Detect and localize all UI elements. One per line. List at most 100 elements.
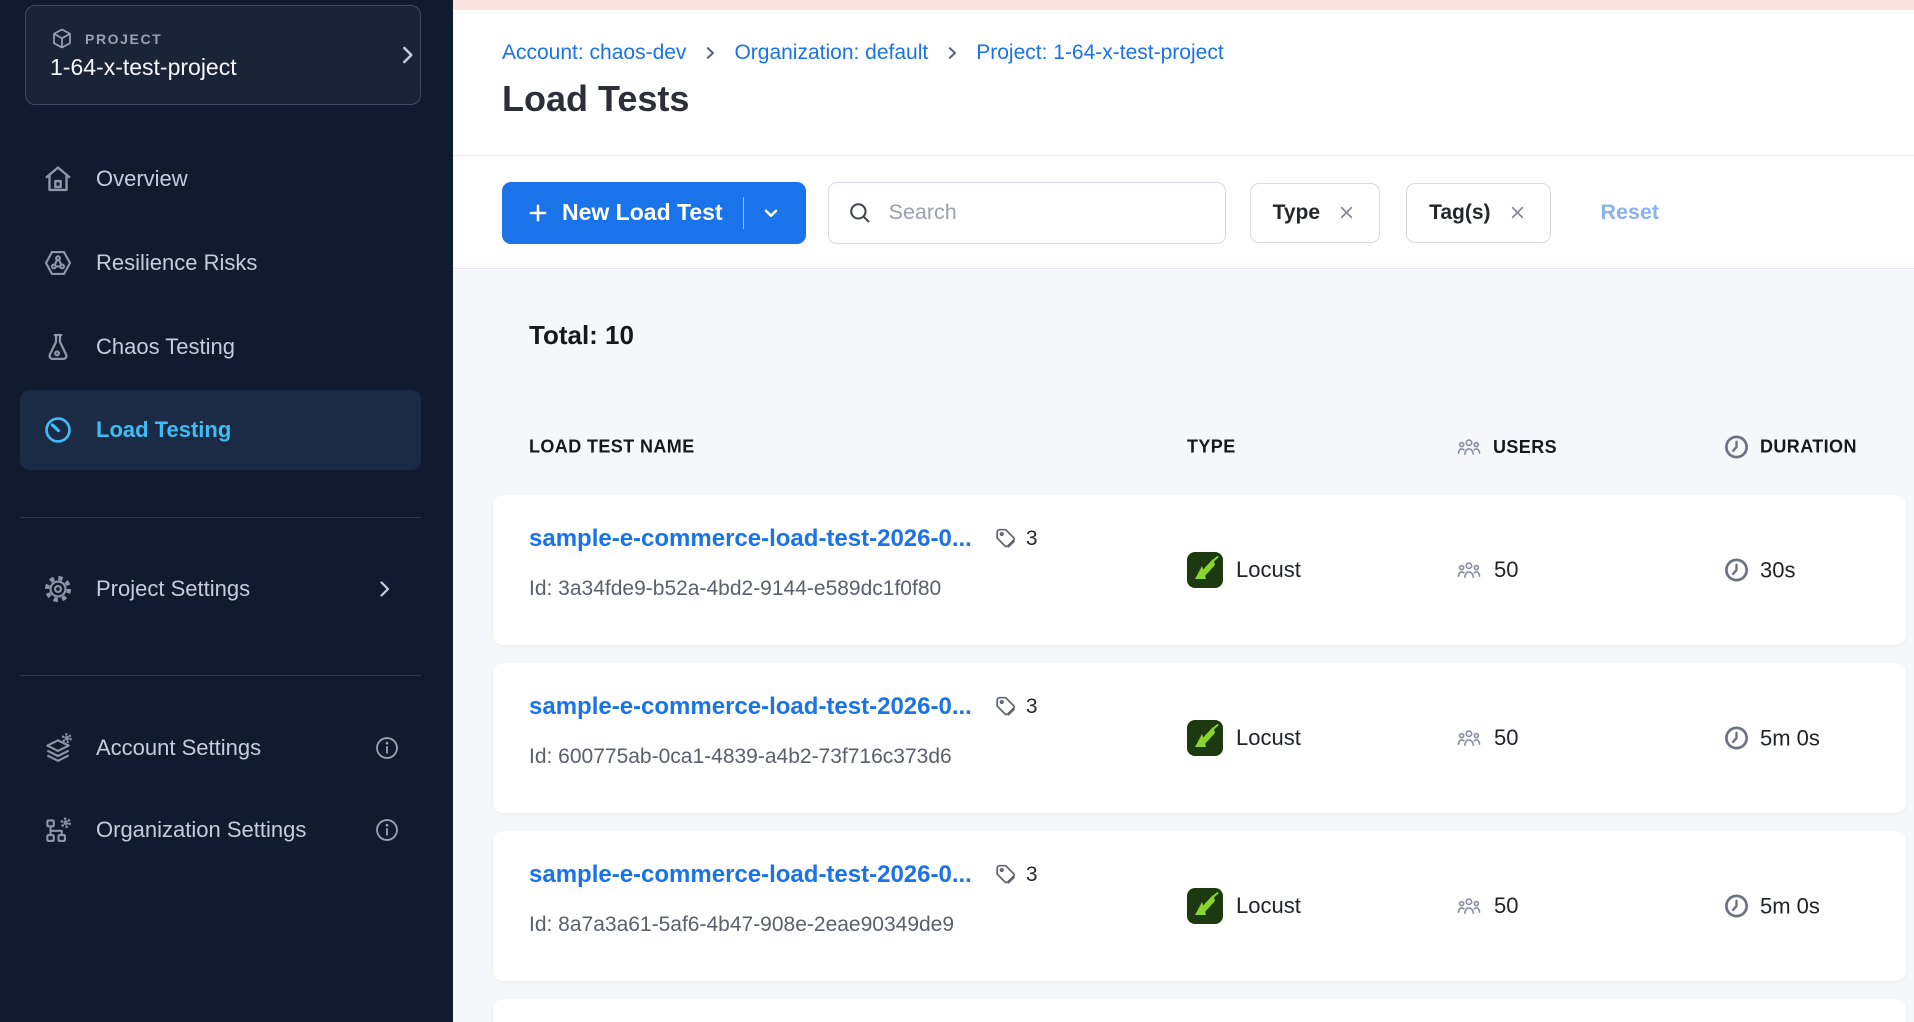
sidebar-item-overview[interactable]: Overview [0, 149, 453, 209]
sidebar-item-label: Load Testing [96, 417, 231, 443]
sidebar-item-label: Chaos Testing [96, 334, 235, 360]
column-header-duration: DURATION [1723, 434, 1857, 461]
sidebar-item-label: Organization Settings [96, 817, 306, 843]
tag-count-group: 3 [992, 526, 1038, 552]
row-name-line: sample-e-commerce-load-test-2026-0... 3 [529, 693, 1038, 721]
type-value: Locust [1236, 725, 1301, 751]
tag-count: 3 [1026, 527, 1038, 551]
toolbar: New Load Test Type [453, 157, 1914, 269]
new-load-test-dropdown[interactable] [750, 188, 786, 238]
table-row[interactable] [493, 999, 1906, 1022]
table-row[interactable]: sample-e-commerce-load-test-2026-0... 3 [493, 663, 1906, 813]
button-separator [743, 197, 744, 229]
project-selector-header: PROJECT [50, 27, 162, 51]
chevron-right-icon [372, 577, 396, 601]
table-header: LOAD TEST NAME TYPE USERS [493, 425, 1906, 469]
people-icon [1455, 727, 1483, 749]
type-cell: Locust [1187, 720, 1301, 756]
project-name: 1-64-x-test-project [50, 54, 237, 81]
users-value: 50 [1494, 557, 1518, 583]
notification-bar [453, 0, 1914, 10]
type-value: Locust [1236, 557, 1301, 583]
clock-icon [1723, 557, 1750, 584]
search-box [828, 182, 1226, 244]
sidebar-divider [20, 675, 421, 676]
filter-chip-tags[interactable]: Tag(s) [1406, 183, 1550, 243]
users-cell: 50 [1455, 725, 1518, 751]
sidebar-divider [20, 517, 421, 518]
sidebar-item-organization-settings[interactable]: Organization Settings [0, 800, 453, 860]
filter-chip-label: Tag(s) [1429, 201, 1490, 225]
search-input[interactable] [887, 199, 1187, 226]
plus-icon [526, 201, 550, 225]
sidebar-item-project-settings[interactable]: Project Settings [0, 559, 453, 619]
chevron-right-icon [394, 42, 420, 68]
type-cell: Locust [1187, 552, 1301, 588]
clock-icon [1723, 434, 1750, 461]
sidebar-item-load-testing[interactable]: Load Testing [20, 390, 421, 470]
load-test-name-link[interactable]: sample-e-commerce-load-test-2026-0... [529, 525, 972, 553]
new-load-test-button[interactable]: New Load Test [502, 182, 806, 244]
row-name-line: sample-e-commerce-load-test-2026-0... 3 [529, 525, 1038, 553]
type-value: Locust [1236, 893, 1301, 919]
load-test-id: Id: 8a7a3a61-5af6-4b47-908e-2eae90349de9 [529, 913, 954, 937]
sidebar-item-label: Overview [96, 166, 188, 192]
sidebar-item-label: Resilience Risks [96, 250, 257, 276]
duration-value: 5m 0s [1760, 725, 1820, 751]
tag-icon [992, 526, 1018, 552]
load-test-name-link[interactable]: sample-e-commerce-load-test-2026-0... [529, 861, 972, 889]
sidebar-item-chaos-testing[interactable]: Chaos Testing [0, 317, 453, 377]
sidebar-item-account-settings[interactable]: Account Settings [0, 718, 453, 778]
org-chart-gear-icon [42, 814, 74, 846]
column-header-users-label: USERS [1493, 437, 1557, 458]
table-row[interactable]: sample-e-commerce-load-test-2026-0... 3 [493, 495, 1906, 645]
chevron-right-icon [943, 44, 961, 62]
home-icon [42, 163, 74, 195]
row-name-line: sample-e-commerce-load-test-2026-0... 3 [529, 861, 1038, 889]
clock-icon [1723, 893, 1750, 920]
filter-chip-type[interactable]: Type [1250, 183, 1380, 243]
table-row[interactable]: sample-e-commerce-load-test-2026-0... 3 [493, 831, 1906, 981]
info-icon[interactable] [374, 735, 400, 761]
users-value: 50 [1494, 725, 1518, 751]
project-selector[interactable]: PROJECT 1-64-x-test-project [25, 5, 421, 105]
tag-count: 3 [1026, 863, 1038, 887]
tag-count: 3 [1026, 695, 1038, 719]
users-cell: 50 [1455, 557, 1518, 583]
people-icon [1455, 895, 1483, 917]
info-icon[interactable] [374, 817, 400, 843]
new-load-test-label: New Load Test [562, 199, 723, 226]
tag-count-group: 3 [992, 862, 1038, 888]
column-header-duration-label: DURATION [1760, 437, 1857, 458]
column-header-type: TYPE [1187, 437, 1236, 458]
load-test-name-link[interactable]: sample-e-commerce-load-test-2026-0... [529, 693, 972, 721]
load-test-id: Id: 600775ab-0ca1-4839-a4b2-73f716c373d6 [529, 745, 952, 769]
column-header-users: USERS [1455, 436, 1557, 458]
load-test-list: sample-e-commerce-load-test-2026-0... 3 [493, 495, 1906, 1022]
breadcrumb-project-link[interactable]: Project: 1-64-x-test-project [976, 41, 1223, 65]
filter-chip-label: Type [1273, 201, 1320, 225]
total-count: Total: 10 [529, 320, 634, 351]
close-icon[interactable] [1336, 202, 1357, 223]
breadcrumb-account-link[interactable]: Account: chaos-dev [502, 41, 686, 65]
duration-value: 5m 0s [1760, 893, 1820, 919]
close-icon[interactable] [1507, 202, 1528, 223]
people-icon [1455, 559, 1483, 581]
clock-icon [1723, 725, 1750, 752]
tag-icon [992, 862, 1018, 888]
reset-filters-link[interactable]: Reset [1601, 200, 1660, 225]
gear-icon [42, 573, 74, 605]
project-label: PROJECT [85, 31, 162, 47]
people-icon [1455, 436, 1483, 458]
duration-cell: 30s [1723, 557, 1795, 584]
breadcrumb-organization-link[interactable]: Organization: default [734, 41, 928, 65]
page-header: Account: chaos-dev Organization: default… [453, 10, 1914, 156]
cube-icon [50, 27, 74, 51]
duration-cell: 5m 0s [1723, 725, 1820, 752]
load-test-id: Id: 3a34fde9-b52a-4bd2-9144-e589dc1f0f80 [529, 577, 941, 601]
chevron-right-icon [701, 44, 719, 62]
tag-icon [992, 694, 1018, 720]
locust-badge-icon [1187, 552, 1223, 588]
sidebar-item-resilience-risks[interactable]: Resilience Risks [0, 233, 453, 293]
chevron-down-icon [760, 202, 782, 224]
